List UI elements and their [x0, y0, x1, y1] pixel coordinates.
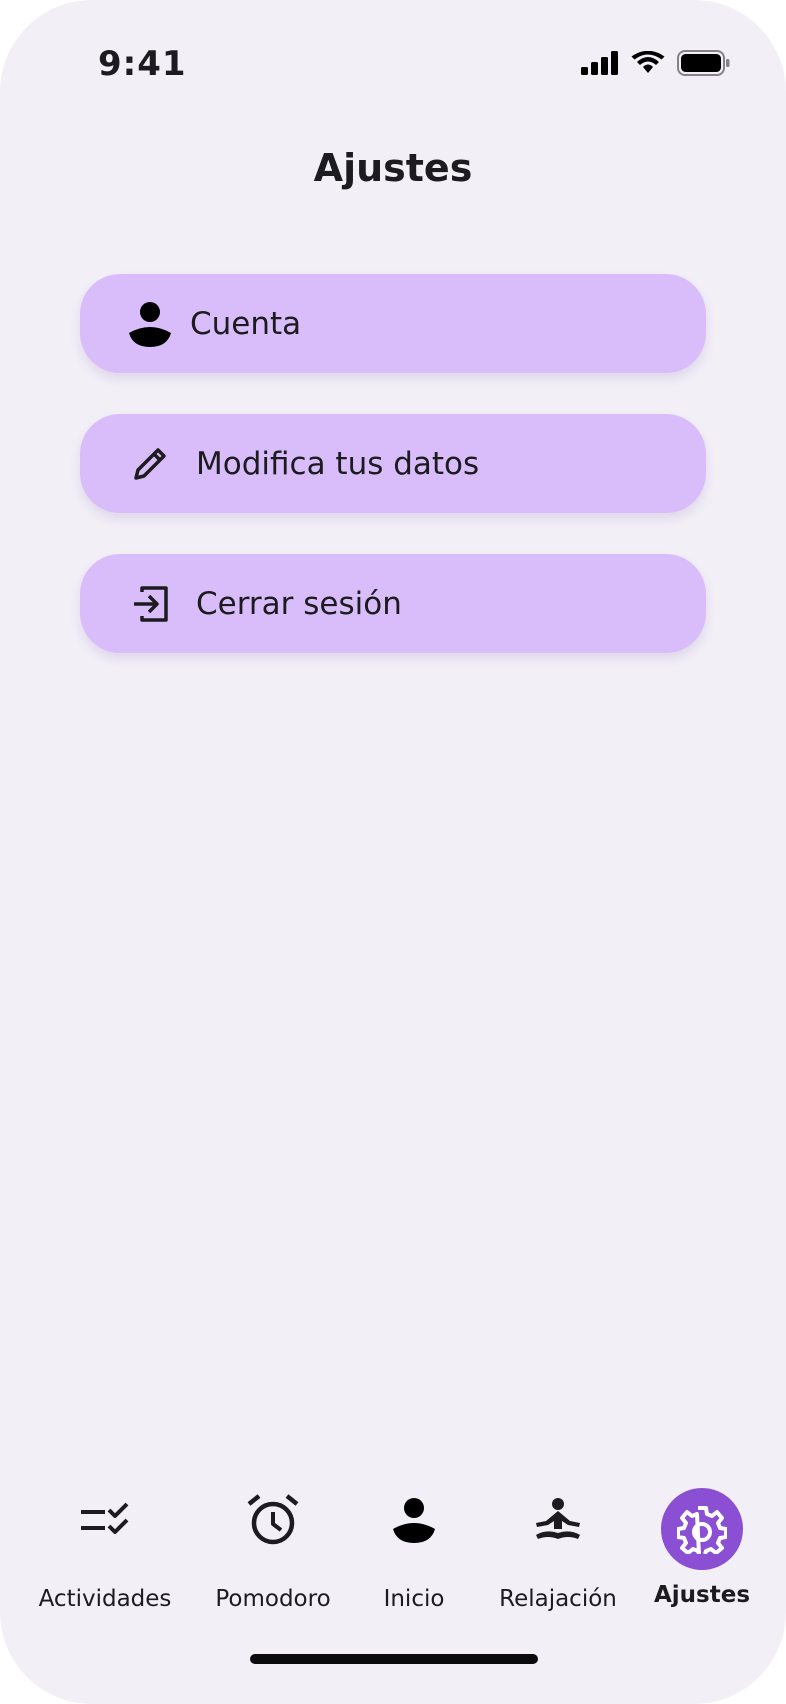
- status-icons: [581, 50, 731, 80]
- alarm-clock-icon: [241, 1488, 305, 1552]
- nav-item-pomodoro[interactable]: Pomodoro: [208, 1470, 338, 1620]
- wifi-icon: [631, 50, 665, 79]
- home-indicator: [250, 1654, 538, 1664]
- nav-label-home: Inicio: [383, 1586, 445, 1612]
- page-title: Ajustes: [313, 146, 473, 190]
- checklist-icon: [73, 1488, 137, 1552]
- pencil-icon: [128, 442, 172, 486]
- user-icon: [382, 1488, 446, 1552]
- user-icon: [128, 301, 172, 347]
- nav-label-relaxation: Relajación: [499, 1586, 617, 1612]
- nav-item-home[interactable]: Inicio: [364, 1470, 464, 1620]
- nav-label-settings: Ajustes: [653, 1582, 751, 1608]
- settings-menu: Cuenta Modifica tus datos Cerrar sesión: [80, 274, 706, 694]
- logout-icon: [128, 582, 172, 626]
- account-label: Cuenta: [190, 305, 302, 342]
- edit-data-button[interactable]: Modifica tus datos: [80, 414, 706, 513]
- cellular-signal-icon: [581, 51, 619, 79]
- battery-icon: [677, 50, 731, 80]
- nav-label-activities: Actividades: [38, 1586, 172, 1612]
- phone-screen: 9:41 Ajustes Cuenta Modifica tus datos C…: [0, 0, 786, 1704]
- logout-label: Cerrar sesión: [196, 585, 402, 622]
- gear-icon: [670, 1497, 734, 1561]
- account-button[interactable]: Cuenta: [80, 274, 706, 373]
- nav-label-pomodoro: Pomodoro: [215, 1586, 331, 1612]
- logout-button[interactable]: Cerrar sesión: [80, 554, 706, 653]
- edit-data-label: Modifica tus datos: [196, 445, 480, 482]
- nav-item-relaxation[interactable]: Relajación: [490, 1470, 626, 1620]
- meditation-icon: [526, 1488, 590, 1552]
- status-time: 9:41: [98, 44, 187, 84]
- nav-item-activities[interactable]: Actividades: [38, 1470, 172, 1620]
- nav-item-settings[interactable]: Ajustes: [652, 1470, 752, 1620]
- status-bar: 9:41: [0, 0, 786, 130]
- bottom-nav: Actividades Pomodoro Inicio Relajación A…: [0, 1470, 786, 1620]
